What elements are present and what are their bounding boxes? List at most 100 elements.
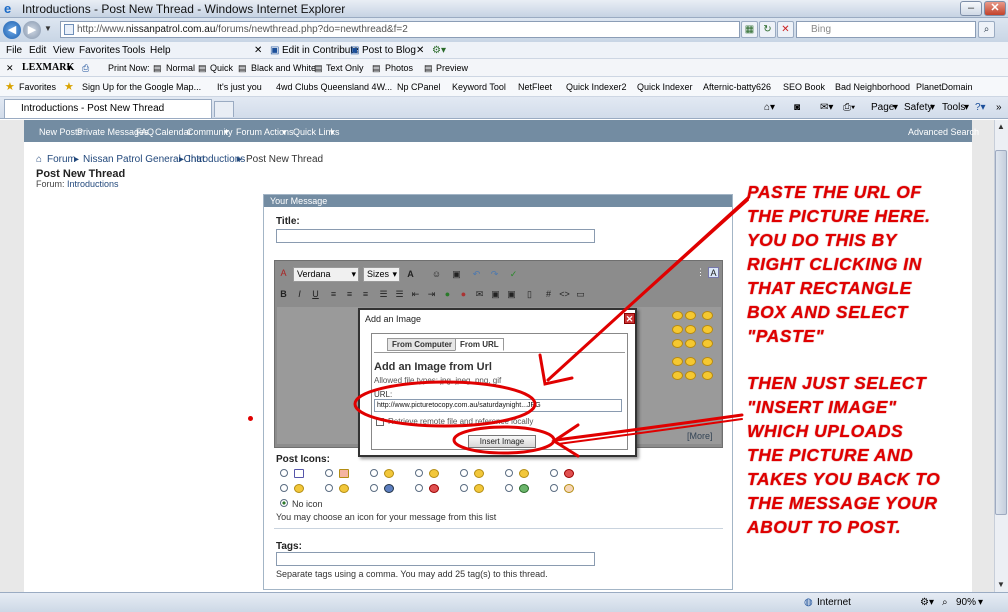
zoom-level[interactable]: 90% bbox=[956, 597, 976, 608]
feeds-icon[interactable]: ◙ bbox=[794, 102, 800, 113]
favorite-link[interactable]: Quick Indexer2 bbox=[566, 82, 627, 92]
smiley-icon[interactable] bbox=[702, 339, 713, 348]
redo-icon[interactable]: ↷ bbox=[489, 269, 500, 280]
print-normal-button[interactable]: Normal bbox=[166, 63, 195, 73]
align-left-icon[interactable]: ≡ bbox=[328, 289, 339, 300]
refresh-icon[interactable]: ↻ bbox=[759, 21, 776, 38]
unordered-list-icon[interactable]: ☰ bbox=[394, 289, 405, 300]
tags-input[interactable] bbox=[276, 552, 595, 566]
align-center-icon[interactable]: ≡ bbox=[344, 289, 355, 300]
outdent-icon[interactable]: ⇤ bbox=[410, 289, 421, 300]
smiley-icon[interactable] bbox=[702, 325, 713, 334]
switch-mode-icon[interactable]: A bbox=[708, 267, 719, 278]
addon-icon[interactable]: ⚙▾ bbox=[432, 45, 446, 56]
page-menu[interactable]: Page bbox=[871, 102, 894, 113]
favorite-link[interactable]: PlanetDomain bbox=[916, 82, 973, 92]
link-icon[interactable]: ● bbox=[442, 289, 453, 300]
tools-menu[interactable]: Tools bbox=[942, 102, 965, 113]
smiley-icon[interactable] bbox=[672, 311, 683, 320]
wrap-hash-icon[interactable]: # bbox=[543, 289, 554, 300]
home-icon[interactable]: ⌂ bbox=[36, 154, 42, 165]
post-icon-radio[interactable] bbox=[460, 469, 468, 477]
close-window-button[interactable]: ✕ bbox=[984, 1, 1006, 16]
scroll-down-icon[interactable]: ▼ bbox=[997, 580, 1005, 589]
tools-menu-chevron-icon[interactable]: ▾ bbox=[964, 102, 969, 113]
favorite-link[interactable]: Sign Up for the Google Map... bbox=[82, 82, 201, 92]
italic-icon[interactable]: I bbox=[294, 289, 305, 300]
smiley-menu-icon[interactable]: ☺ bbox=[431, 269, 442, 280]
mail-icon[interactable]: ✉▾ bbox=[820, 102, 833, 113]
smiley-icon[interactable] bbox=[685, 311, 696, 320]
insert-image-button[interactable]: Insert Image bbox=[468, 435, 536, 448]
smiley-icon[interactable] bbox=[702, 357, 713, 366]
post-icon-radio[interactable] bbox=[370, 484, 378, 492]
favorite-link[interactable]: SEO Book bbox=[783, 82, 825, 92]
close-toolbar-icon[interactable]: ✕ bbox=[6, 63, 14, 74]
safety-menu-chevron-icon[interactable]: ▾ bbox=[930, 102, 935, 113]
smiley-icon[interactable] bbox=[672, 357, 683, 366]
favorites-button[interactable]: Favorites bbox=[19, 82, 56, 92]
post-icon-radio[interactable] bbox=[460, 484, 468, 492]
menu-favorites[interactable]: Favorites bbox=[79, 45, 120, 56]
print-black-white-button[interactable]: Black and White bbox=[251, 63, 316, 73]
post-icon-radio[interactable] bbox=[415, 469, 423, 477]
favorite-link[interactable]: 4wd Clubs Queensland 4W... bbox=[276, 82, 392, 92]
image-url-input[interactable]: http://www.picturetocopy.com.au/saturday… bbox=[374, 399, 622, 412]
smiley-icon[interactable] bbox=[685, 339, 696, 348]
stop-icon[interactable]: ✕ bbox=[777, 21, 794, 38]
menu-edit[interactable]: Edit bbox=[29, 45, 46, 56]
forward-button[interactable]: ▶ bbox=[23, 21, 41, 39]
retrieve-remote-checkbox[interactable] bbox=[376, 418, 384, 426]
post-icon-radio[interactable] bbox=[550, 469, 558, 477]
help-icon[interactable]: ?▾ bbox=[975, 102, 986, 113]
lexmark-dropdown-icon[interactable]: ▾ bbox=[67, 63, 72, 74]
favorite-link[interactable]: Bad Neighborhood bbox=[835, 82, 910, 92]
email-icon[interactable]: ✉ bbox=[474, 289, 485, 300]
smiley-icon[interactable] bbox=[672, 371, 683, 380]
close-toolbar-icon[interactable]: ✕ bbox=[416, 45, 424, 56]
search-input[interactable]: Bing bbox=[796, 21, 976, 38]
compatibility-icon[interactable]: ▦ bbox=[741, 21, 758, 38]
post-icon-radio[interactable] bbox=[550, 484, 558, 492]
search-icon[interactable]: ⌕ bbox=[978, 21, 995, 38]
add-favorite-icon[interactable]: ★ bbox=[64, 80, 74, 93]
undo-icon[interactable]: ↶ bbox=[471, 269, 482, 280]
post-icon-radio[interactable] bbox=[280, 469, 288, 477]
quote-icon[interactable]: ▯ bbox=[524, 289, 535, 300]
home-icon[interactable]: ⌂▾ bbox=[764, 102, 775, 113]
favorite-link[interactable]: It's just you bbox=[217, 82, 262, 92]
favorite-link[interactable]: Quick Indexer bbox=[637, 82, 693, 92]
size-select[interactable]: Sizes ▾ bbox=[363, 267, 400, 282]
post-icon-radio[interactable] bbox=[415, 484, 423, 492]
post-icon-radio[interactable] bbox=[280, 484, 288, 492]
scrollbar-thumb[interactable] bbox=[995, 150, 1007, 515]
breadcrumb-nissan-patrol[interactable]: Nissan Patrol General Chat bbox=[83, 154, 205, 165]
smiley-icon[interactable] bbox=[672, 339, 683, 348]
indent-icon[interactable]: ⇥ bbox=[426, 289, 437, 300]
print-quick-button[interactable]: Quick bbox=[210, 63, 233, 73]
smiley-icon[interactable] bbox=[672, 325, 683, 334]
print-preview-button[interactable]: Preview bbox=[436, 63, 468, 73]
print-icon[interactable]: ⎙▾ bbox=[843, 102, 855, 113]
attach-icon[interactable]: ▣ bbox=[451, 269, 462, 280]
nav-faq[interactable]: FAQ bbox=[136, 127, 154, 137]
zoom-dropdown-icon[interactable]: ▾ bbox=[978, 597, 983, 608]
menu-file[interactable]: File bbox=[6, 45, 22, 56]
scroll-up-icon[interactable]: ▲ bbox=[997, 122, 1005, 131]
smiley-icon[interactable] bbox=[685, 325, 696, 334]
more-icon[interactable]: » bbox=[996, 102, 1002, 113]
title-input[interactable] bbox=[276, 229, 595, 243]
print-text-only-button[interactable]: Text Only bbox=[326, 63, 364, 73]
safety-menu[interactable]: Safety bbox=[904, 102, 932, 113]
forum-link[interactable]: Introductions bbox=[67, 179, 119, 189]
more-smilies-link[interactable]: [More] bbox=[687, 431, 713, 441]
new-tab-button[interactable] bbox=[214, 101, 234, 117]
dialog-close-button[interactable]: ✕ bbox=[624, 313, 635, 324]
post-to-blog-button[interactable]: Post to Blog bbox=[362, 45, 416, 56]
smiley-icon[interactable] bbox=[702, 371, 713, 380]
unlink-icon[interactable]: ● bbox=[458, 289, 469, 300]
collapse-icon[interactable]: ⋮ bbox=[695, 267, 706, 278]
print-photos-button[interactable]: Photos bbox=[385, 63, 413, 73]
history-dropdown-icon[interactable]: ▼ bbox=[44, 24, 52, 33]
close-toolbar-icon[interactable]: ✕ bbox=[254, 45, 262, 56]
